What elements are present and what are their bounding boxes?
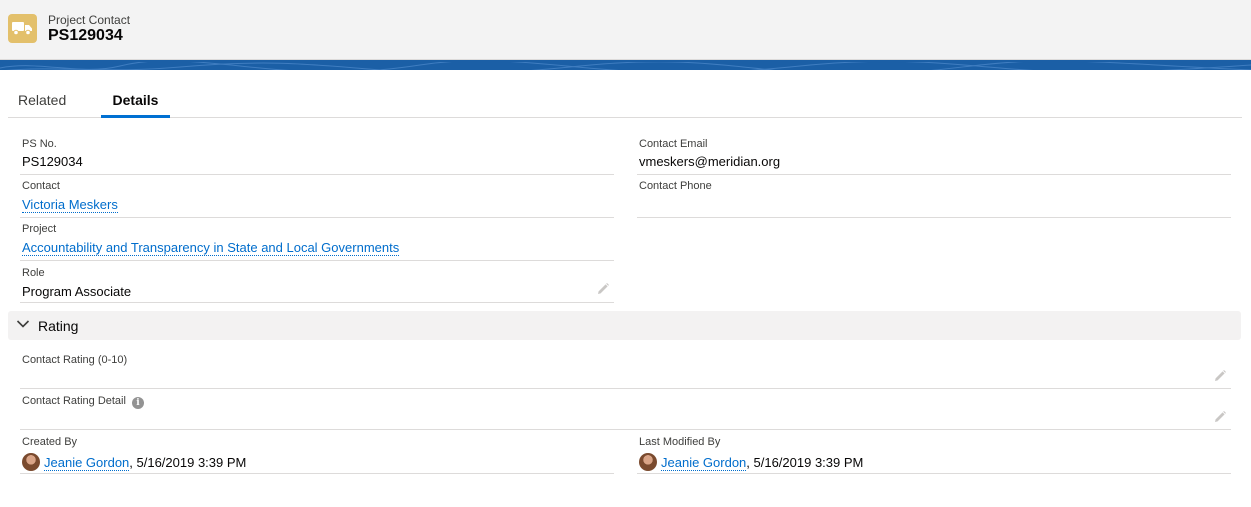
chevron-down-icon [16, 320, 30, 328]
field-label: Created By [22, 436, 78, 448]
field-label: Contact Rating Detail i [22, 395, 144, 409]
record-name: PS129034 [48, 27, 123, 44]
field-label: PS No. [22, 138, 57, 150]
section-title: Rating [38, 318, 79, 334]
tab-related[interactable]: Related [18, 83, 66, 118]
rating-section-header[interactable]: Rating [8, 311, 1241, 340]
field-created-by: Created By Jeanie Gordon, 5/16/2019 3:39… [20, 434, 614, 474]
field-value: Victoria Meskers [22, 197, 118, 213]
contact-link[interactable]: Victoria Meskers [22, 197, 118, 213]
project-link[interactable]: Accountability and Transparency in State… [22, 240, 400, 256]
field-contact-phone: Contact Phone [637, 178, 1231, 218]
edit-pencil-icon[interactable] [1213, 369, 1227, 383]
field-value: Jeanie Gordon, 5/16/2019 3:39 PM [639, 453, 863, 471]
field-project: Project Accountability and Transparency … [20, 221, 614, 261]
field-value: Accountability and Transparency in State… [22, 240, 400, 256]
edit-pencil-icon[interactable] [1213, 410, 1227, 424]
field-role: Role Program Associate [20, 265, 614, 303]
modified-date: , 5/16/2019 3:39 PM [746, 455, 864, 470]
field-last-modified-by: Last Modified By Jeanie Gordon, 5/16/201… [637, 434, 1231, 474]
field-label: Contact Email [639, 138, 708, 150]
field-label: Role [22, 267, 45, 279]
truck-icon [8, 14, 37, 43]
field-value: Program Associate [22, 284, 132, 299]
object-type-label: Project Contact [48, 13, 131, 27]
created-by-user-link[interactable]: Jeanie Gordon [44, 455, 130, 471]
tab-details[interactable]: Details [101, 83, 170, 118]
field-value: vmeskers@meridian.org [639, 154, 781, 169]
field-value: Jeanie Gordon, 5/16/2019 3:39 PM [22, 453, 246, 471]
field-label-text: Contact Rating Detail [22, 395, 126, 407]
field-ps-no: PS No. PS129034 [20, 136, 614, 175]
field-label: Last Modified By [639, 436, 721, 448]
field-contact: Contact Victoria Meskers [20, 178, 614, 218]
decorative-banner [0, 60, 1251, 70]
field-contact-rating-detail: Contact Rating Detail i [20, 393, 1231, 430]
field-label: Contact Phone [639, 180, 712, 192]
modified-by-user-link[interactable]: Jeanie Gordon [661, 455, 747, 471]
avatar [639, 453, 657, 471]
field-label: Project [22, 223, 57, 235]
field-contact-email: Contact Email vmeskers@meridian.org [637, 136, 1231, 175]
info-icon[interactable]: i [131, 397, 144, 409]
field-contact-rating: Contact Rating (0-10) [20, 352, 1231, 389]
created-date: , 5/16/2019 3:39 PM [129, 455, 247, 470]
field-label: Contact [22, 180, 60, 192]
tab-bar: Related Details [8, 83, 1242, 118]
record-header: Project Contact PS129034 [0, 0, 1251, 60]
field-label: Contact Rating (0-10) [22, 354, 128, 366]
avatar [22, 453, 40, 471]
field-value: PS129034 [22, 154, 83, 169]
edit-pencil-icon[interactable] [596, 282, 610, 296]
